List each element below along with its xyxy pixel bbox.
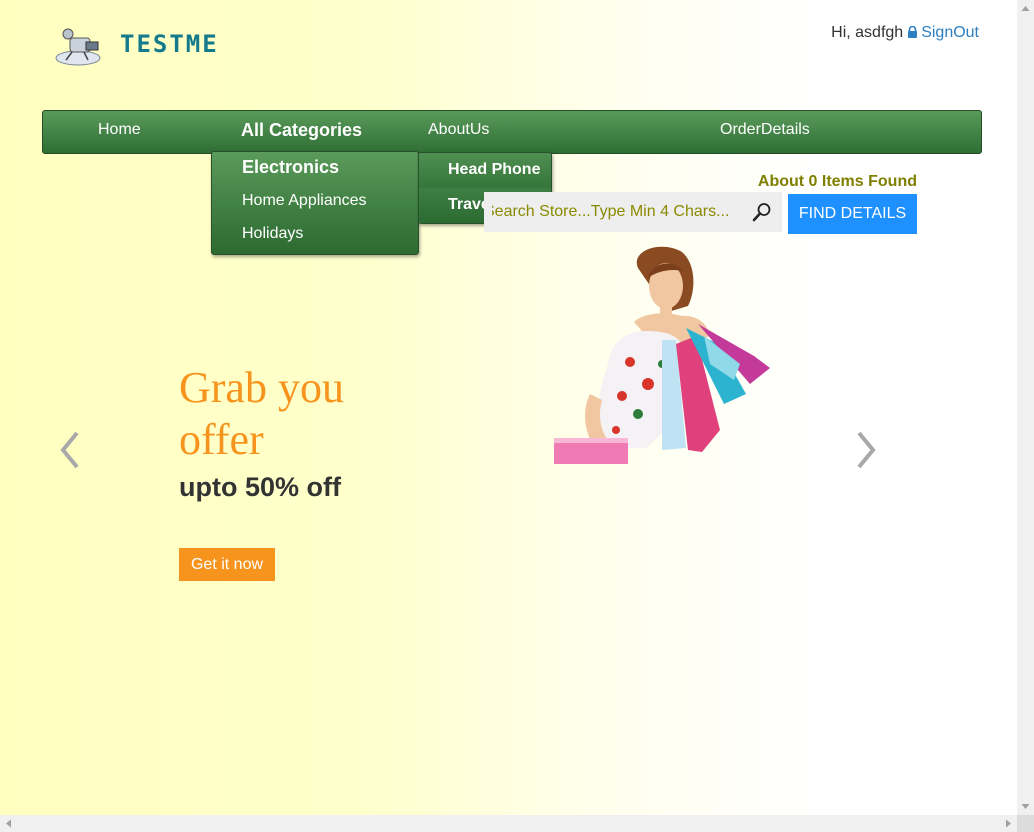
shopping-woman-image [554,246,770,464]
main-navbar: Home All Categories AboutUs OrderDetails [42,110,982,154]
nav-about-us[interactable]: AboutUs [428,111,489,153]
vertical-scrollbar[interactable] [1017,0,1034,815]
scrollbar-corner [1017,815,1034,832]
chevron-right-icon[interactable] [855,430,877,470]
lock-icon [908,26,918,38]
logo-mark-icon [55,28,101,66]
menu-item-holidays[interactable]: Holidays [242,225,303,243]
user-greeting: Hi, asdfgh [831,24,904,41]
find-details-button[interactable]: FIND DETAILS [788,194,917,234]
search-box [484,192,782,232]
brand-logo[interactable]: TESTME [54,22,254,68]
menu-item-home-appliances[interactable]: Home Appliances [242,192,367,210]
menu-item-electronics[interactable]: Electronics [242,157,339,178]
brand-name: TESTME [120,30,219,58]
scroll-down-icon[interactable] [1017,798,1034,815]
categories-dropdown: Electronics Home Appliances Holidays [211,151,419,255]
get-it-now-button[interactable]: Get it now [179,548,275,581]
search-input[interactable] [484,192,754,232]
search-icon[interactable] [752,202,772,222]
hero-title: Grab you offer [179,363,344,464]
hero-subtitle: upto 50% off [179,472,341,502]
scroll-left-icon[interactable] [0,815,17,832]
user-area: Hi, asdfgh SignOut [831,24,979,42]
chevron-left-icon[interactable] [59,430,81,470]
scroll-right-icon[interactable] [1000,815,1017,832]
signout-link[interactable]: SignOut [921,24,979,41]
nav-order-details[interactable]: OrderDetails [720,111,810,153]
results-count: About 0 Items Found [757,173,917,190]
nav-home[interactable]: Home [98,111,141,153]
submenu-item-head-phone[interactable]: Head Phone [419,153,551,188]
scroll-up-icon[interactable] [1017,0,1034,17]
page: TESTME Hi, asdfgh SignOut Home All Catego… [0,0,1017,815]
nav-all-categories[interactable]: All Categories [241,111,362,153]
horizontal-scrollbar[interactable] [0,815,1017,832]
